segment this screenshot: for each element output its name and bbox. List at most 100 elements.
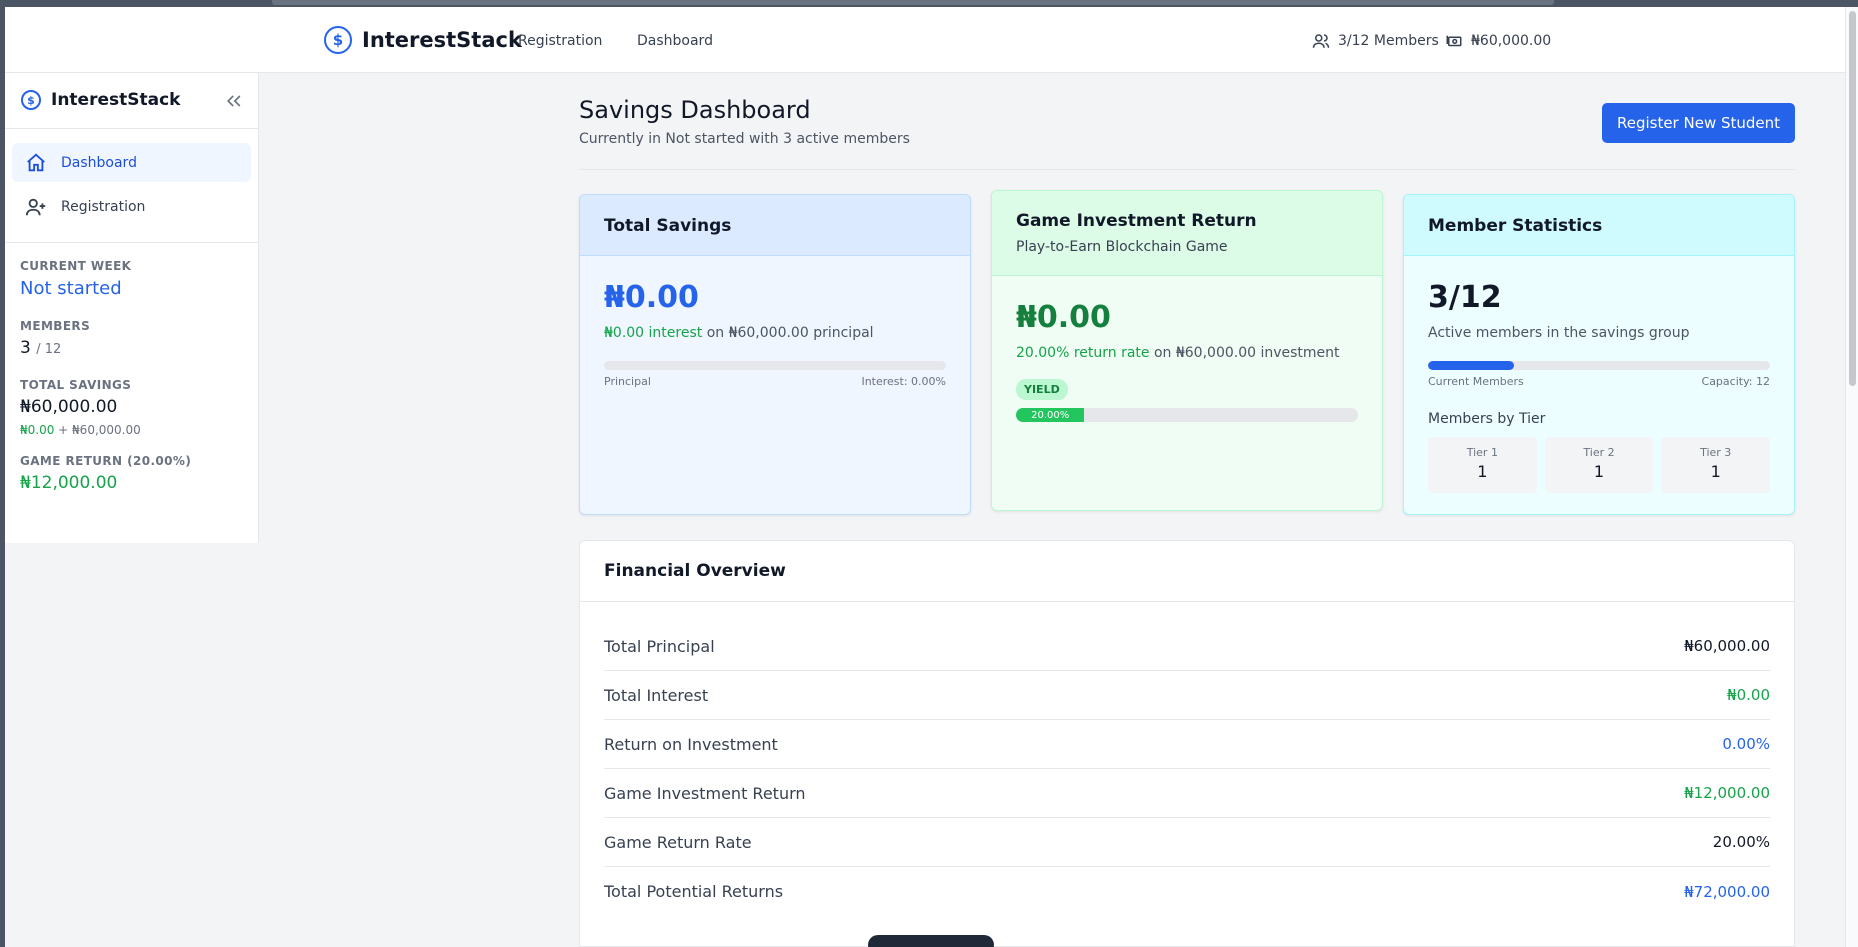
savings-principal: ₦60,000.00 [72, 423, 141, 437]
tier-box: Tier 1 1 [1428, 437, 1537, 493]
card-title: Financial Overview [604, 561, 786, 581]
members-value: 3 / 12 [20, 338, 243, 358]
header-divider [579, 169, 1795, 170]
row-value: 20.00% [1712, 833, 1770, 851]
brand-name: InterestStack [362, 28, 522, 52]
sidebar-item-label: Registration [61, 198, 146, 215]
row-label: Total Potential Returns [604, 882, 784, 901]
table-row: Total Principal ₦60,000.00 [604, 622, 1770, 671]
savings-interest: ₦0.00 [20, 423, 55, 437]
row-label: Game Investment Return [604, 783, 806, 803]
floating-zoom-toolbar[interactable] [868, 935, 994, 947]
navbar-brand[interactable]: $ InterestStack [324, 26, 522, 54]
total-savings-label: TOTAL SAVINGS [20, 378, 132, 392]
register-new-student-button[interactable]: Register New Student [1602, 103, 1795, 143]
total-savings-value: ₦60,000.00 [20, 397, 118, 417]
members-capacity: / 12 [36, 342, 62, 357]
current-week-label: CURRENT WEEK [20, 259, 132, 273]
page-scrollbar[interactable] [1845, 7, 1858, 947]
savings-interest-line: ₦0.00 interest on ₦60,000.00 principal [604, 325, 946, 341]
members-count: 3 [20, 338, 31, 358]
card-header: Game Investment Return Play-to-Earn Bloc… [992, 191, 1382, 276]
game-return-label: GAME RETURN (20.00%) [20, 454, 192, 468]
collapse-sidebar-icon[interactable] [224, 91, 244, 111]
tier-list: Tier 1 1 Tier 2 1 Tier 3 1 [1428, 437, 1771, 493]
nav-members-text: 3/12 Members [1338, 33, 1439, 49]
tier-value: 1 [1593, 462, 1605, 481]
current-week-value: Not started [20, 278, 122, 299]
yield-badge: YIELD [1016, 379, 1068, 400]
tier-box: Tier 2 1 [1544, 437, 1654, 493]
table-row: Total Potential Returns ₦72,000.00 [604, 867, 1770, 916]
nav-link-dashboard[interactable]: Dashboard [637, 33, 713, 49]
nav-balance-stat: ₦60,000.00 [1445, 32, 1551, 50]
game-return-value: ₦12,000.00 [20, 473, 118, 493]
progress-fill [1428, 361, 1514, 370]
table-row: Total Interest ₦0.00 [604, 671, 1770, 720]
overview-rows: Total Principal ₦60,000.00 Total Interest… [580, 602, 1794, 916]
card-header: Financial Overview [580, 541, 1794, 602]
page-subtitle: Currently in Not started with 3 active m… [579, 131, 910, 147]
members-label: MEMBERS [20, 319, 91, 333]
nav-balance-text: ₦60,000.00 [1471, 33, 1552, 49]
tier-label: Tier 2 [1583, 446, 1615, 459]
tier-label: Tier 1 [1466, 446, 1498, 459]
home-icon [27, 153, 45, 171]
sidebar-item-dashboard[interactable]: Dashboard [12, 143, 251, 182]
sidebar-item-registration[interactable]: Registration [12, 187, 251, 226]
nav-link-registration[interactable]: Registration [518, 33, 602, 49]
card-title: Member Statistics [1428, 216, 1603, 236]
tier-value: 1 [1477, 462, 1488, 481]
card-body: ₦0.00 20.00% return rate on ₦60,000.00 i… [992, 276, 1382, 446]
row-label: Return on Investment [604, 734, 778, 754]
table-row: Game Investment Return ₦12,000.00 [604, 769, 1770, 818]
dollar-coin-icon: $ [324, 26, 352, 54]
bar-label-right: Capacity: 12 [1701, 375, 1770, 388]
financial-overview-card: Financial Overview Total Principal ₦60,00… [579, 540, 1795, 947]
table-row: Game Return Rate 20.00% [604, 818, 1770, 867]
bar-label-left: Current Members [1428, 375, 1524, 388]
total-savings-card: Total Savings ₦0.00 ₦0.00 interest on ₦6… [579, 194, 971, 515]
row-label: Total Principal [604, 636, 715, 656]
sidebar-header: $ InterestStack [5, 73, 258, 129]
game-investment-card: Game Investment Return Play-to-Earn Bloc… [991, 190, 1383, 511]
savings-breakdown: ₦0.00 + ₦60,000.00 [20, 423, 243, 437]
bar-label-left: Principal [604, 375, 651, 388]
dollar-coin-icon: $ [21, 90, 41, 110]
interest-amount: ₦0.00 interest [604, 325, 703, 341]
principal-text: on ₦60,000.00 principal [702, 325, 874, 341]
yield-progress-bar: 20.00% [1016, 408, 1358, 422]
card-body: 3/12 Active members in the savings group… [1404, 256, 1794, 514]
sidebar-item-label: Dashboard [61, 154, 137, 171]
top-navbar: $ InterestStack Registration Dashboard 3… [5, 7, 1845, 73]
interest-progress-bar [604, 361, 946, 370]
sidebar-nav: Dashboard Registration [5, 129, 258, 243]
savings-amount: ₦0.00 [604, 280, 699, 315]
tier-label: Tier 3 [1700, 446, 1732, 459]
tier-value: 1 [1710, 462, 1721, 481]
row-label: Game Return Rate [604, 832, 752, 852]
row-value: ₦60,000.00 [1684, 637, 1770, 655]
card-subtitle: Play-to-Earn Blockchain Game [1016, 239, 1228, 255]
sidebar-brand[interactable]: $ InterestStack [21, 90, 180, 110]
bar-label-right: Interest: 0.00% [861, 375, 946, 388]
sidebar-stats: CURRENT WEEK Not started MEMBERS 3 / 12 … [5, 243, 258, 509]
progress-labels: Current Members Capacity: 12 [1428, 375, 1770, 388]
table-row: Return on Investment 0.00% [604, 720, 1770, 769]
investment-text: on ₦60,000.00 investment [1149, 345, 1340, 361]
yield-progress-fill: 20.00% [1016, 408, 1085, 422]
row-value: ₦72,000.00 [1684, 882, 1770, 901]
sidebar: $ InterestStack Dashboard Registration C… [5, 73, 259, 543]
page-title: Savings Dashboard [579, 96, 811, 124]
card-title: Game Investment Return [1016, 211, 1257, 231]
row-value: ₦0.00 [1727, 686, 1770, 704]
tier-box: Tier 3 1 [1661, 437, 1771, 493]
scrollbar-thumb[interactable] [1849, 11, 1856, 386]
cash-icon [1446, 35, 1462, 47]
progress-labels: Principal Interest: 0.00% [604, 375, 946, 388]
game-amount: ₦0.00 [1016, 300, 1111, 335]
card-header: Total Savings [580, 195, 970, 256]
tiers-title: Members by Tier [1428, 411, 1546, 427]
savings-plus: + [54, 423, 73, 437]
row-value: ₦12,000.00 [1684, 784, 1770, 802]
